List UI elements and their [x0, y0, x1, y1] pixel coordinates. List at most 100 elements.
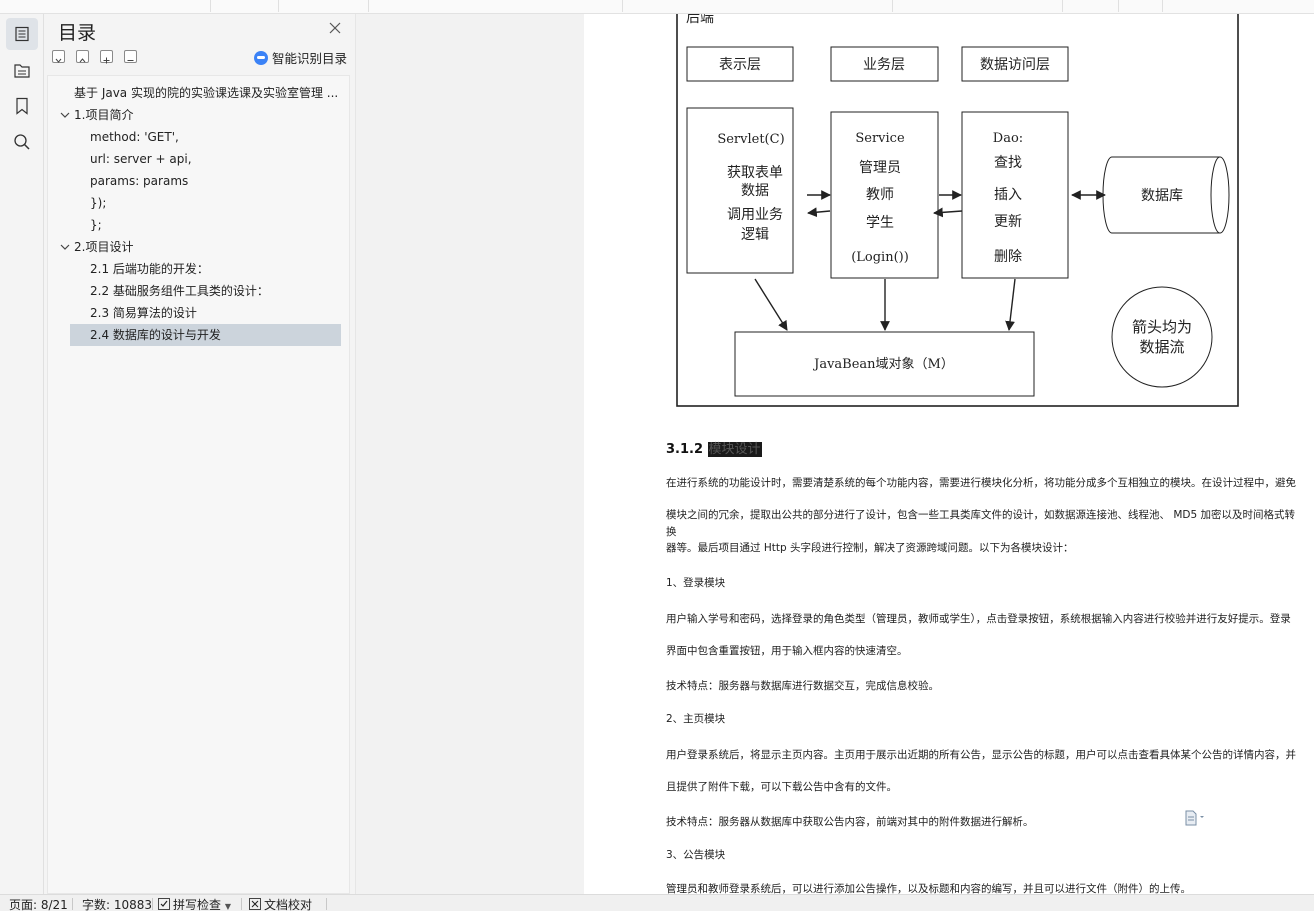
section-heading: 3.1.2 模块设计	[666, 438, 762, 457]
note-line: 箭头均为	[1132, 318, 1192, 336]
page-count[interactable]: 页面: 8/21	[9, 896, 68, 911]
word-count[interactable]: 字数: 10883	[82, 896, 152, 911]
toc-item[interactable]: 基于 Java 实现的院的实验课选课及实验室管理 ...	[48, 82, 348, 104]
dao-line: 查找	[994, 155, 1022, 171]
doc-paragraph: 管理员和教师登录系统后，可以进行添加公告操作，以及标题和内容的编写，并且可以进行…	[666, 883, 1191, 894]
workspace-margin	[357, 14, 583, 894]
spell-check-label: 拼写检查	[173, 898, 222, 911]
toc-item[interactable]: 2.3 简易算法的设计	[48, 302, 348, 324]
chevron-down-icon[interactable]	[60, 104, 72, 126]
document-editor-window: 目录 智能识别目录 基于 Java 实现的院的实验课选课及实验室管理 ... 1.…	[0, 0, 1314, 911]
toc-item-label: 基于 Java 实现的院的实验课选课及实验室管理 ...	[74, 86, 339, 100]
toc-item[interactable]: 2.1 后端功能的开发：	[48, 258, 348, 280]
toc-item-label: });	[90, 196, 107, 210]
close-icon[interactable]	[328, 20, 344, 36]
dao-line: 删除	[994, 249, 1022, 265]
toc-item-label: 2.2 基础服务组件工具类的设计：	[90, 284, 269, 298]
dao-line: 更新	[994, 214, 1022, 230]
toc-icon[interactable]	[6, 18, 38, 50]
proofread-label: 文档校对	[264, 898, 313, 911]
bookmark-icon[interactable]	[6, 90, 38, 122]
toc-item[interactable]: method: 'GET',	[48, 126, 348, 148]
add-heading-icon[interactable]	[100, 50, 113, 64]
doc-paragraph: 1、登录模块	[666, 577, 726, 589]
toc-item[interactable]: 2.2 基础服务组件工具类的设计：	[48, 280, 348, 302]
spell-check-toggle[interactable]: 拼写检查 ▼	[158, 896, 231, 911]
doc-paragraph: 在进行系统的功能设计时，需要清楚系统的每个功能内容，需要进行模块化分析，将功能分…	[666, 477, 1296, 489]
document-page[interactable]: 后端 表示层 业务层 数据访问层 Servlet(C) 获取表单 数据 调用业务…	[584, 14, 1314, 894]
arrow	[1005, 278, 1016, 331]
toc-item-label: url: server + api,	[90, 152, 192, 166]
toc-item-label: method: 'GET',	[90, 130, 179, 144]
ribbon-edge	[0, 0, 1314, 14]
doc-paragraph: 技术特点：服务器与数据库进行数据交互，完成信息校验。	[666, 680, 939, 692]
toc-item[interactable]: url: server + api,	[48, 148, 348, 170]
service-line: 教师	[866, 187, 894, 203]
note-circle	[1111, 286, 1213, 388]
javabean-label: JavaBean域对象（M）	[812, 357, 954, 372]
toc-panel: 目录 智能识别目录 基于 Java 实现的院的实验课选课及实验室管理 ... 1.…	[44, 14, 356, 894]
toc-title: 目录	[58, 22, 97, 44]
architecture-diagram: 后端 表示层 业务层 数据访问层 Servlet(C) 获取表单 数据 调用业务…	[676, 14, 1239, 407]
collapse-all-icon[interactable]	[52, 50, 65, 63]
doc-paragraph: 3、公告模块	[666, 849, 726, 861]
database-label: 数据库	[1141, 188, 1183, 204]
heading-text: 模块设计	[707, 442, 762, 457]
toc-list: 基于 Java 实现的院的实验课选课及实验室管理 ... 1.项目简介 method…	[47, 75, 350, 894]
toc-item-label: 2.3 简易算法的设计	[90, 306, 197, 320]
chevron-down-icon: ▼	[224, 902, 231, 911]
remove-heading-icon[interactable]	[124, 50, 137, 63]
servlet-line: 获取表单	[727, 165, 783, 181]
toc-item-label: };	[90, 218, 102, 232]
doc-paragraph: 用户登录系统后，将显示主页内容。主页用于展示出近期的所有公告，显示公告的标题，用…	[666, 749, 1296, 761]
toc-item-label: 2.项目设计	[74, 240, 134, 254]
servlet-line: 调用业务	[727, 207, 783, 223]
toc-item[interactable]: 1.项目简介	[48, 104, 348, 126]
toc-item-label: 2.4 数据库的设计与开发	[90, 328, 221, 342]
dao-line: 插入	[994, 187, 1022, 203]
toc-item-label: 2.1 后端功能的开发：	[90, 262, 209, 276]
outline-icon[interactable]	[6, 54, 38, 86]
arrow	[807, 207, 831, 218]
expand-all-icon[interactable]	[76, 50, 89, 63]
servlet-title: Servlet(C)	[717, 132, 784, 147]
doc-paragraph: 模块之间的冗余，提取出公共的部分进行了设计，包含一些工具类库文件的设计，如数据源…	[666, 509, 1295, 538]
toc-item[interactable]: });	[48, 192, 348, 214]
toc-item-label: 1.项目简介	[74, 108, 134, 122]
proofread-button[interactable]: 文档校对	[249, 896, 312, 911]
business-layer-label: 业务层	[863, 57, 905, 73]
search-icon[interactable]	[6, 126, 38, 158]
doc-paragraph: 用户输入学号和密码，选择登录的角色类型（管理员，教师或学生），点击登录按钮，系统…	[666, 613, 1291, 625]
servlet-line: 数据	[741, 183, 769, 199]
toc-item[interactable]: };	[48, 214, 348, 236]
paragraph-options-icon[interactable]	[1184, 810, 1206, 826]
service-title: Service	[855, 131, 905, 146]
status-bar: 页面: 8/21 字数: 10883 拼写检查 ▼ 文档校对	[0, 894, 1314, 911]
side-rail	[0, 14, 44, 894]
dao-layer-label: 数据访问层	[980, 57, 1050, 73]
service-line: (Login())	[851, 250, 909, 265]
smart-toc-label: 智能识别目录	[272, 51, 348, 66]
chevron-down-icon[interactable]	[60, 236, 72, 258]
arrow	[754, 278, 788, 331]
frame-label: 后端	[686, 14, 714, 26]
ai-icon	[254, 50, 268, 65]
doc-paragraph: 器等。最后项目通过 Http 头字段进行控制，解决了资源跨域问题。以下为各模块设…	[666, 542, 1074, 554]
toc-item[interactable]: 2.项目设计	[48, 236, 348, 258]
doc-paragraph: 且提供了附件下载，可以下载公告中含有的文件。	[666, 781, 897, 793]
toc-item-label: params: params	[90, 174, 189, 188]
presentation-layer-label: 表示层	[719, 57, 761, 73]
proofread-icon	[249, 898, 261, 910]
toc-item[interactable]: params: params	[48, 170, 348, 192]
heading-number: 3.1.2	[666, 442, 704, 457]
note-line: 数据流	[1139, 338, 1184, 356]
doc-paragraph: 2、主页模块	[666, 713, 726, 725]
service-line: 学生	[866, 215, 894, 231]
smart-toc-button[interactable]: 智能识别目录	[254, 48, 347, 67]
check-icon	[158, 898, 170, 910]
toc-item[interactable]: 2.4 数据库的设计与开发	[70, 324, 341, 346]
service-line: 管理员	[859, 160, 901, 176]
servlet-line: 逻辑	[741, 227, 769, 243]
dao-title: Dao:	[993, 131, 1023, 146]
doc-paragraph: 界面中包含重置按钮，用于输入框内容的快速清空。	[666, 645, 908, 657]
